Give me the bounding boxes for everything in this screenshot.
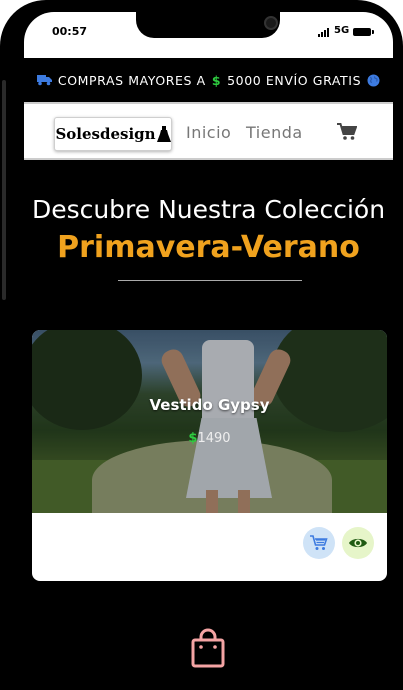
add-to-cart-button[interactable] <box>303 527 335 559</box>
truck-icon <box>36 75 52 86</box>
product-photo[interactable]: Vestido Gypsy $1490 <box>32 330 387 513</box>
product-card[interactable]: Vestido Gypsy $1490 <box>32 330 387 581</box>
price-value: 1490 <box>197 431 231 446</box>
nav-link-inicio[interactable]: Inicio <box>186 123 231 142</box>
notch <box>136 12 280 38</box>
bag-icon[interactable] <box>190 628 226 668</box>
logo[interactable]: Solesdesign <box>54 117 172 151</box>
product-price: $1490 <box>32 431 387 446</box>
promo-currency: $ <box>211 72 222 88</box>
hero-title: Descubre Nuestra Colección <box>31 195 386 224</box>
logo-text: Solesdesign <box>55 125 156 143</box>
network-label: 5G <box>334 25 350 36</box>
promo-text-after: 5000 ENVÍO GRATIS <box>227 72 362 88</box>
status-bar: 00:57 5G <box>24 12 393 58</box>
photo-overlay <box>32 330 387 513</box>
navbar: Solesdesign Inicio Tienda <box>24 102 393 160</box>
cart-icon <box>310 535 328 550</box>
nav-link-tienda[interactable]: Tienda <box>246 123 303 142</box>
hero-subtitle: Primavera-Verano <box>57 230 360 265</box>
promo-banner: COMPRAS MAYORES A $ 5000 ENVÍO GRATIS <box>24 58 393 102</box>
hero-divider <box>118 280 302 281</box>
phone-side-button <box>2 80 6 300</box>
globe-icon <box>367 74 380 86</box>
promo-text-before: COMPRAS MAYORES A <box>57 72 206 88</box>
camera <box>264 16 278 30</box>
product-name: Vestido Gypsy <box>149 396 270 414</box>
status-time: 00:57 <box>52 25 88 38</box>
cart-icon[interactable] <box>337 123 357 141</box>
battery-icon <box>353 28 374 36</box>
phone-frame: 00:57 5G COMPRAS MAYORES A $ 5000 ENVÍO … <box>0 0 403 690</box>
dress-icon <box>156 126 171 142</box>
phone-screen: 00:57 5G COMPRAS MAYORES A $ 5000 ENVÍO … <box>24 12 393 690</box>
view-icon <box>349 538 367 548</box>
signal-icon <box>318 28 329 37</box>
view-product-button[interactable] <box>342 527 374 559</box>
